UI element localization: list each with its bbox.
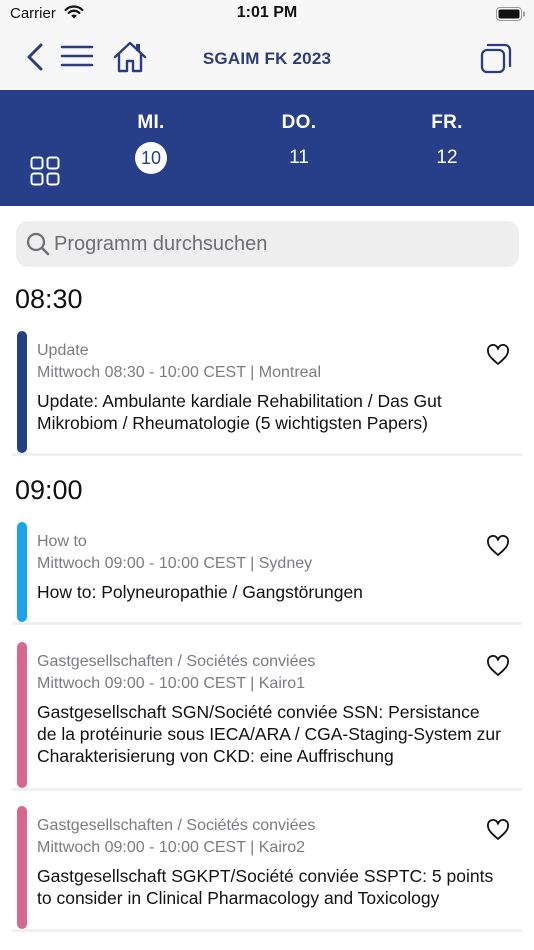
session-card[interactable]: Update Mittwoch 08:30 - 10:00 CEST | Mon… (12, 331, 522, 456)
session-meta: Mittwoch 09:00 - 10:00 CEST | Sydney (37, 555, 313, 572)
header-title: SGAIM FK 2023 (202, 49, 332, 68)
copy-icon[interactable] (480, 42, 512, 74)
session-title: How to: Polyneuropathie / Gangstörungen (37, 582, 363, 602)
category-color-bar (17, 522, 27, 622)
session-meta: Mittwoch 08:30 - 10:00 CEST | Montreal (37, 364, 321, 381)
battery-icon (496, 7, 525, 21)
session-card[interactable]: How to Mittwoch 09:00 - 10:00 CEST | Syd… (12, 522, 522, 625)
search-input[interactable]: Programm durchsuchen (16, 221, 519, 267)
session-meta: Mittwoch 09:00 - 10:00 CEST | Kairo2 (37, 839, 305, 856)
day-number: 11 (289, 147, 309, 168)
session-card[interactable]: Gastgesellschaften / Sociétés conviées M… (12, 806, 522, 932)
time-header: 09:00 (15, 475, 83, 505)
grid-icon[interactable] (30, 156, 60, 186)
day-name: FR. (431, 112, 463, 133)
status-time: 1:01 PM (236, 4, 298, 21)
session-category: Gastgesellschaften / Sociétés conviées (37, 817, 316, 834)
category-color-bar (17, 806, 27, 929)
heart-icon[interactable] (486, 535, 510, 557)
session-title: Gastgesellschaft SGN/Société conviée SSN… (37, 702, 501, 766)
category-color-bar (17, 642, 27, 788)
day-name: MI. (137, 112, 165, 133)
search-placeholder: Programm durchsuchen (54, 233, 268, 255)
session-title: Update: Ambulante kardiale Rehabilitatio… (37, 391, 442, 433)
heart-icon[interactable] (486, 655, 510, 677)
session-category: Update (37, 342, 89, 359)
day-tab-wednesday[interactable]: MI. 10 (106, 112, 196, 174)
day-number: 10 (135, 142, 167, 174)
session-category: Gastgesellschaften / Sociétés conviées (37, 653, 316, 670)
session-card[interactable]: Gastgesellschaften / Sociétés conviées M… (12, 642, 522, 791)
session-title: Gastgesellschaft SGKPT/Société conviée S… (37, 866, 494, 908)
app-header: SGAIM FK 2023 (0, 28, 534, 90)
day-tab-thursday[interactable]: DO. 11 (254, 112, 344, 174)
heart-icon[interactable] (486, 819, 510, 841)
day-number: 12 (436, 147, 458, 168)
search-icon (26, 232, 50, 256)
day-name: DO. (281, 112, 317, 133)
day-tab-friday[interactable]: FR. 12 (402, 112, 492, 174)
day-selector: MI. 10 DO. 11 FR. 12 (0, 90, 534, 206)
session-meta: Mittwoch 09:00 - 10:00 CEST | Kairo1 (37, 675, 305, 692)
category-color-bar (17, 331, 27, 453)
time-header: 08:30 (15, 284, 83, 314)
session-category: How to (37, 533, 87, 550)
heart-icon[interactable] (486, 344, 510, 366)
status-bar: Carrier 1:01 PM (0, 0, 534, 28)
